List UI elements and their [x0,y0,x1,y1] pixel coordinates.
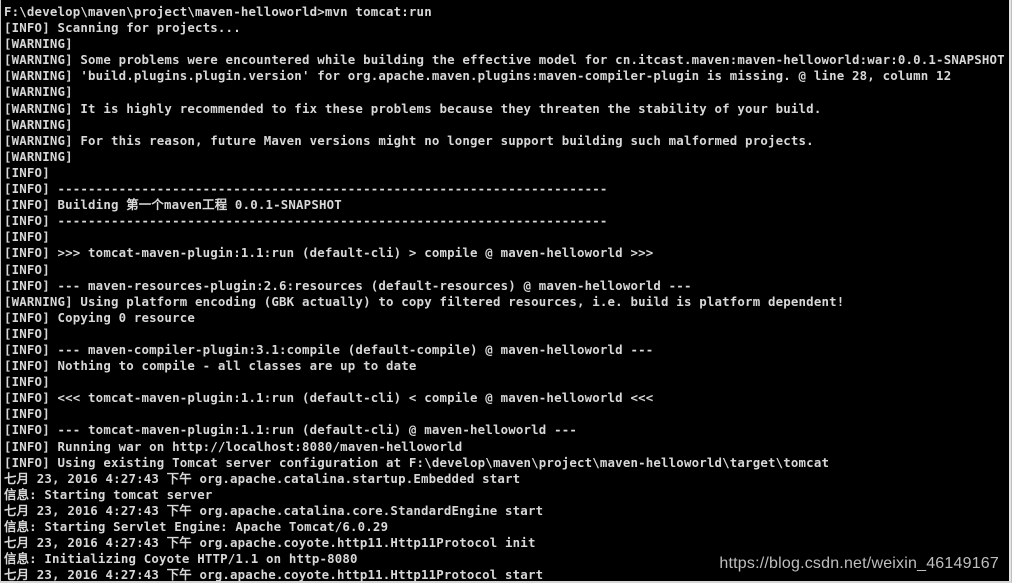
console-line: [WARNING] 'build.plugins.plugin.version'… [4,68,952,84]
console-line: [INFO] [4,325,50,341]
console-scrollbar[interactable] [1009,0,1011,581]
console-line: 七月 23, 2016 4:27:43 下午 org.apache.catali… [4,470,521,486]
console-line: [INFO] Building 第一个maven工程 0.0.1-SNAPSHO… [4,197,342,213]
console-line: 信息: Starting Servlet Engine: Apache Tomc… [4,519,389,534]
console-line: [WARNING] It is highly recommended to fi… [4,100,822,116]
console-line: [INFO] [4,261,50,277]
console-line: [INFO] --- maven-compiler-plugin:3.1:com… [4,341,654,357]
console-line: [INFO] <<< tomcat-maven-plugin:1.1:run (… [4,390,654,406]
console-line: [WARNING] [4,116,73,132]
console-line: [INFO] Using existing Tomcat server conf… [4,454,830,470]
console-output-log: F:\develop\maven\project\maven-helloworl… [4,4,1007,581]
console-line: [INFO] Scanning for projects... [4,20,241,36]
console-line: [INFO] [4,229,50,245]
console-line: [INFO] --- tomcat-maven-plugin:1.1:run (… [4,422,577,438]
console-line: [INFO] --- maven-resources-plugin:2.6:re… [4,277,692,293]
command-prompt-window[interactable]: F:\develop\maven\project\maven-helloworl… [0,0,1012,583]
watermark-url: https://blog.csdn.net/weixin_46149167 [719,555,999,572]
console-line: 信息: Starting tomcat server [4,486,213,502]
console-line: [WARNING] [4,36,73,52]
console-line: [INFO] ---------------------------------… [4,181,608,197]
console-line: [INFO] Copying 0 resource [4,309,195,325]
console-line: [WARNING] [4,84,73,100]
console-line: F:\develop\maven\project\maven-helloworl… [4,4,432,19]
console-line: 七月 23, 2016 4:27:43 下午 org.apache.coyote… [4,535,536,551]
console-line: [WARNING] Some problems were encountered… [4,52,1005,68]
console-line: [INFO] ---------------------------------… [4,213,608,229]
console-line: [WARNING] Using platform encoding (GBK a… [4,293,845,309]
console-line: [INFO] Running war on http://localhost:8… [4,438,463,454]
console-line: [INFO] Nothing to compile - all classes … [4,358,417,374]
console-line: [INFO] [4,164,50,180]
console-line: 七月 23, 2016 4:27:43 下午 org.apache.catali… [4,502,544,518]
console-line: [WARNING] For this reason, future Maven … [4,132,814,148]
console-line: [INFO] [4,374,50,390]
console-line: [INFO] >>> tomcat-maven-plugin:1.1:run (… [4,245,654,261]
console-line: [WARNING] [4,148,73,164]
console-line: [INFO] [4,406,50,422]
